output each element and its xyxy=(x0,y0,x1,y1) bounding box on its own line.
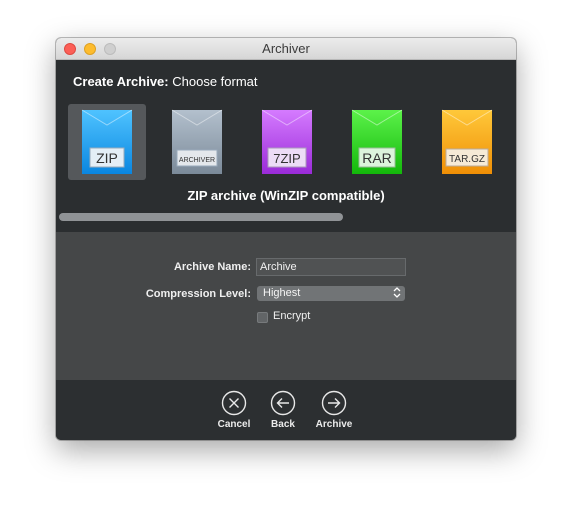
arrow-left-icon xyxy=(270,390,296,416)
archiver-archive-icon: ARCHIVER xyxy=(171,109,223,174)
heading-text: Choose format xyxy=(172,74,258,89)
format-label-archiver: ARCHIVER xyxy=(179,157,215,164)
targz-archive-icon: TAR.GZ xyxy=(441,109,493,174)
format-description: ZIP archive (WinZIP compatible) xyxy=(187,188,385,203)
window-title: Archiver xyxy=(262,41,310,56)
format-option-targz[interactable]: TAR.GZ xyxy=(428,104,506,180)
archive-name-field[interactable]: Archive xyxy=(256,258,406,276)
arrow-right-icon xyxy=(321,390,347,416)
back-button[interactable]: Back xyxy=(258,390,308,430)
cancel-button[interactable]: Cancel xyxy=(209,390,259,430)
format-option-rar[interactable]: RAR xyxy=(338,104,416,180)
format-label-targz: TAR.GZ xyxy=(449,154,485,165)
compression-level-value: Highest xyxy=(263,287,301,299)
format-label-rar: RAR xyxy=(362,150,392,166)
back-label: Back xyxy=(271,419,295,430)
7zip-archive-icon: 7ZIP xyxy=(261,109,313,174)
format-label-7zip: 7ZIP xyxy=(273,151,300,166)
navigation-bar: Cancel Back Archive xyxy=(56,380,516,440)
title-bar: Archiver xyxy=(56,38,516,60)
cancel-label: Cancel xyxy=(217,419,251,430)
format-option-7zip[interactable]: 7ZIP xyxy=(248,104,326,180)
cancel-x-icon xyxy=(221,390,247,416)
archive-button[interactable]: Archive xyxy=(309,390,359,430)
chevron-updown-icon xyxy=(393,287,401,298)
archiver-window: Archiver Create Archive: Choose format Z… xyxy=(56,38,516,440)
archive-name-label: Archive Name: xyxy=(173,261,251,273)
format-option-zip[interactable]: ZIP xyxy=(68,104,146,180)
heading-prefix: Create Archive: xyxy=(73,74,169,89)
archive-label: Archive xyxy=(315,419,353,430)
format-label-zip: ZIP xyxy=(96,150,118,166)
rar-archive-icon: RAR xyxy=(351,109,403,174)
zip-archive-icon: ZIP xyxy=(81,109,133,174)
format-scrollbar[interactable] xyxy=(59,213,343,221)
format-chooser-panel: Create Archive: Choose format ZIP ARCHIV… xyxy=(56,60,516,232)
options-panel: Archive Name: Archive Compression Level:… xyxy=(56,232,516,380)
compression-level-label: Compression Level: xyxy=(145,288,251,300)
compression-level-select[interactable]: Highest xyxy=(257,286,405,301)
encrypt-checkbox[interactable] xyxy=(257,312,268,323)
encrypt-label[interactable]: Encrypt xyxy=(273,310,310,322)
page-heading: Create Archive: Choose format xyxy=(73,74,258,89)
format-option-archiver[interactable]: ARCHIVER xyxy=(158,104,236,180)
